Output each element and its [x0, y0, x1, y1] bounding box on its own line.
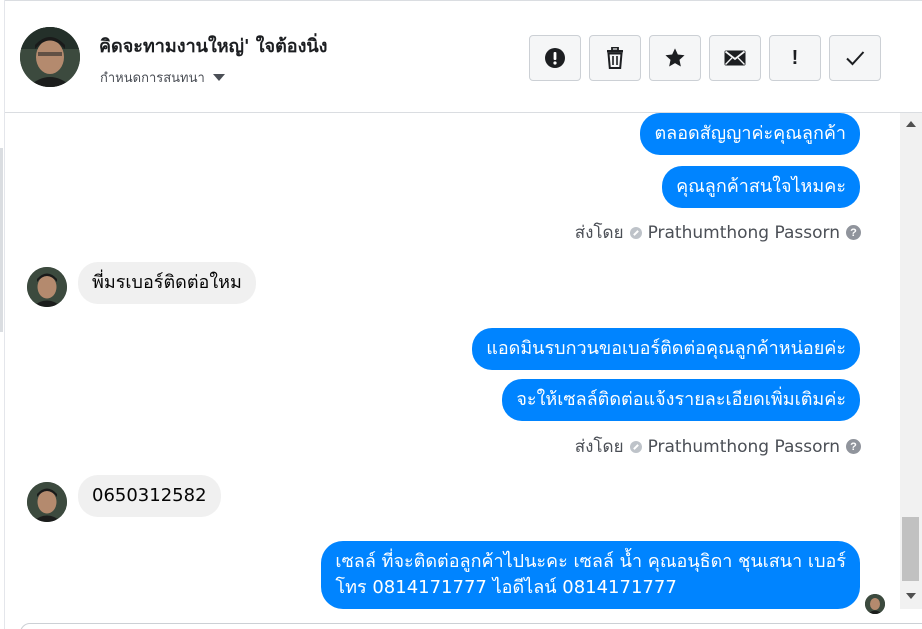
conversation-settings-dropdown[interactable]: กำหนดการสนทนา [100, 67, 225, 88]
thread-scrollbar[interactable] [900, 113, 922, 609]
conversation-title: คิดจะทามงานใหญ่' ใจต้องนิ่ง [99, 36, 328, 57]
message-outgoing: คุณลูกค้าสนใจไหมคะ [662, 166, 860, 208]
conversation-header: คิดจะทามงานใหญ่' ใจต้องนิ่ง กำหนดการสนทน… [5, 0, 922, 113]
contact-avatar-small [27, 482, 67, 522]
scroll-down-arrow-icon[interactable] [906, 593, 916, 599]
contact-avatar-small [27, 267, 67, 307]
scroll-up-arrow-icon[interactable] [906, 121, 916, 127]
exclamation-circle-icon [545, 48, 565, 68]
message-thread[interactable]: ตลอดสัญญาค่ะคุณลูกค้า คุณลูกค้าสนใจไหมคะ… [5, 113, 900, 629]
mark-done-button[interactable] [829, 35, 881, 81]
envelope-icon [724, 50, 746, 66]
conversation-settings-label: กำหนดการสนทนา [100, 71, 205, 86]
sent-by-label: ส่งโดย Prathumthong Passorn ? [575, 433, 861, 460]
left-panel-scroll-indicator [0, 148, 3, 332]
verified-dot-icon [629, 226, 642, 239]
message-line: โทร 0814171777 ไอดีไลน์ 0814171777 [335, 577, 677, 598]
message-outgoing-multiline: เซลล์ ที่จะติดต่อลูกค้าไปนะคะ เซลล์ น้ำ … [321, 541, 860, 609]
sent-by-prefix: ส่งโดย [574, 223, 624, 243]
message-incoming: 0650312582 [78, 475, 221, 517]
help-icon[interactable]: ? [846, 439, 861, 454]
follow-up-button[interactable]: ! [769, 35, 821, 81]
mark-unread-button[interactable] [709, 35, 761, 81]
message-outgoing: แอดมินรบกวนขอเบอร์ติดต่อคุณลูกค้าหน่อยค่… [472, 328, 860, 370]
trash-icon [607, 47, 623, 69]
exclamation-icon: ! [791, 46, 799, 69]
verified-dot-icon [629, 440, 642, 453]
delete-button[interactable] [589, 35, 641, 81]
sent-by-prefix: ส่งโดย [574, 437, 624, 457]
message-outgoing: จะให้เซลล์ติดต่อแจ้งรายละเอียดเพิ่มเติมค… [502, 379, 860, 421]
sender-name[interactable]: Prathumthong Passorn [648, 437, 840, 457]
message-line: เซลล์ ที่จะติดต่อลูกค้าไปนะคะ เซลล์ น้ำ … [335, 551, 846, 572]
caret-down-icon [212, 74, 225, 81]
scrollbar-thumb[interactable] [902, 517, 919, 581]
help-icon[interactable]: ? [846, 225, 861, 240]
conversation-toolbar: ! [529, 35, 881, 81]
seen-avatar [865, 594, 885, 614]
message-composer[interactable] [20, 623, 922, 629]
message-outgoing: ตลอดสัญญาค่ะคุณลูกค้า [640, 113, 860, 155]
message-incoming: พี่มรเบอร์ติดต่อใหม [78, 262, 256, 304]
mark-spam-button[interactable] [529, 35, 581, 81]
contact-avatar[interactable] [20, 27, 80, 87]
check-icon [846, 51, 865, 66]
star-icon [665, 48, 685, 67]
star-button[interactable] [649, 35, 701, 81]
sender-name[interactable]: Prathumthong Passorn [648, 223, 840, 243]
sent-by-label: ส่งโดย Prathumthong Passorn ? [575, 219, 861, 246]
